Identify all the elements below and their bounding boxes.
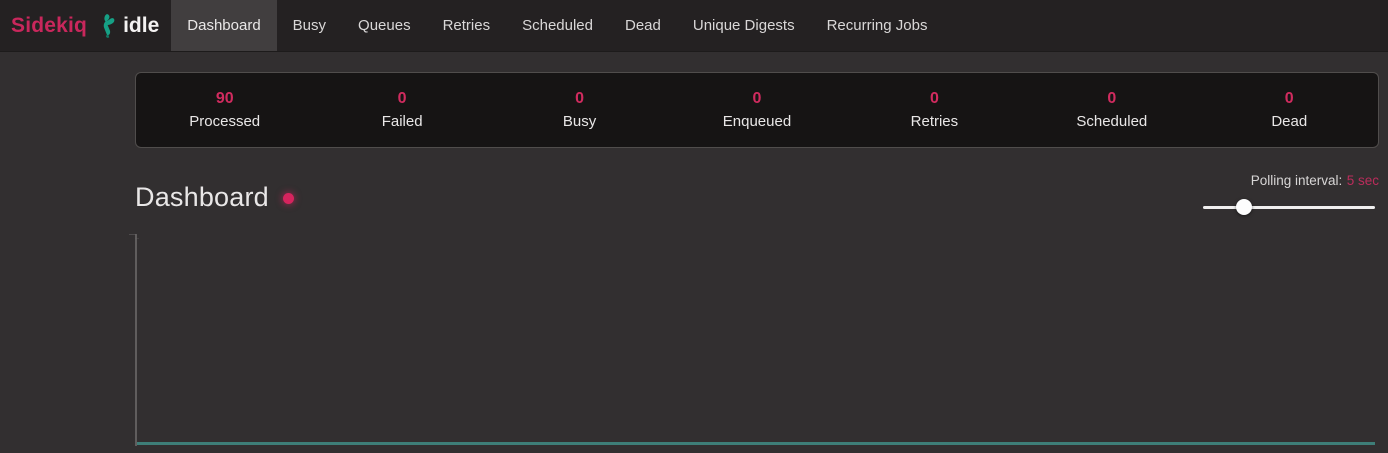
nav-item-dead[interactable]: Dead <box>609 0 677 51</box>
main-content: 90 Processed 0 Failed 0 Busy 0 Enqueued … <box>135 72 1379 446</box>
stat-scheduled-label: Scheduled <box>1076 113 1147 130</box>
nav-item-queues[interactable]: Queues <box>342 0 427 51</box>
slider-thumb[interactable] <box>1236 199 1252 215</box>
nav-item-unique-digests[interactable]: Unique Digests <box>677 0 811 51</box>
stat-busy-value: 0 <box>575 90 584 108</box>
stat-dead: 0 Dead <box>1201 73 1378 147</box>
stat-failed: 0 Failed <box>313 73 490 147</box>
stat-enqueued-label: Enqueued <box>723 113 791 130</box>
page-title-wrap: Dashboard <box>135 182 294 213</box>
polling-interval-slider[interactable] <box>1203 199 1375 215</box>
chart-zero-line <box>137 442 1375 445</box>
stat-processed-label: Processed <box>189 113 260 130</box>
brand[interactable]: Sidekiq idle <box>0 0 171 51</box>
stat-scheduled: 0 Scheduled <box>1023 73 1200 147</box>
navbar: Sidekiq idle Dashboard Busy Queues Retri… <box>0 0 1388 52</box>
sidekiq-dashboard-page: Sidekiq idle Dashboard Busy Queues Retri… <box>0 0 1388 453</box>
stats-summary-bar: 90 Processed 0 Failed 0 Busy 0 Enqueued … <box>135 72 1379 148</box>
stat-dead-label: Dead <box>1271 113 1307 130</box>
polling-interval-value: 5 sec <box>1347 173 1379 188</box>
sidekiq-logo-icon <box>96 13 116 39</box>
brand-name[interactable]: Sidekiq <box>11 14 87 38</box>
slider-track[interactable] <box>1203 206 1375 209</box>
stat-processed: 90 Processed <box>136 73 313 147</box>
stat-retries-value: 0 <box>930 90 939 108</box>
process-status: idle <box>123 14 159 38</box>
stat-processed-value: 90 <box>216 90 234 108</box>
polling-interval-label: Polling interval: <box>1251 173 1343 188</box>
nav-item-dashboard[interactable]: Dashboard <box>171 0 276 51</box>
nav-menu: Dashboard Busy Queues Retries Scheduled … <box>171 0 943 51</box>
page-title: Dashboard <box>135 182 269 213</box>
stat-enqueued-value: 0 <box>753 90 762 108</box>
page-header-row: Dashboard Polling interval: 5 sec <box>135 172 1379 215</box>
stat-busy: 0 Busy <box>491 73 668 147</box>
stat-dead-value: 0 <box>1285 90 1294 108</box>
stat-scheduled-value: 0 <box>1107 90 1116 108</box>
nav-item-scheduled[interactable]: Scheduled <box>506 0 609 51</box>
y-axis-tick-icon <box>129 234 136 235</box>
stat-failed-value: 0 <box>398 90 407 108</box>
stat-enqueued: 0 Enqueued <box>668 73 845 147</box>
stat-failed-label: Failed <box>382 113 423 130</box>
realtime-chart <box>135 234 1379 446</box>
stat-busy-label: Busy <box>563 113 596 130</box>
y-axis-tick-icon <box>135 238 139 239</box>
live-beacon-icon <box>283 193 294 204</box>
nav-item-recurring-jobs[interactable]: Recurring Jobs <box>811 0 944 51</box>
stat-retries-label: Retries <box>911 113 959 130</box>
polling-interval-control: Polling interval: 5 sec <box>1203 172 1379 215</box>
nav-item-busy[interactable]: Busy <box>277 0 342 51</box>
nav-item-retries[interactable]: Retries <box>427 0 507 51</box>
stat-retries: 0 Retries <box>846 73 1023 147</box>
